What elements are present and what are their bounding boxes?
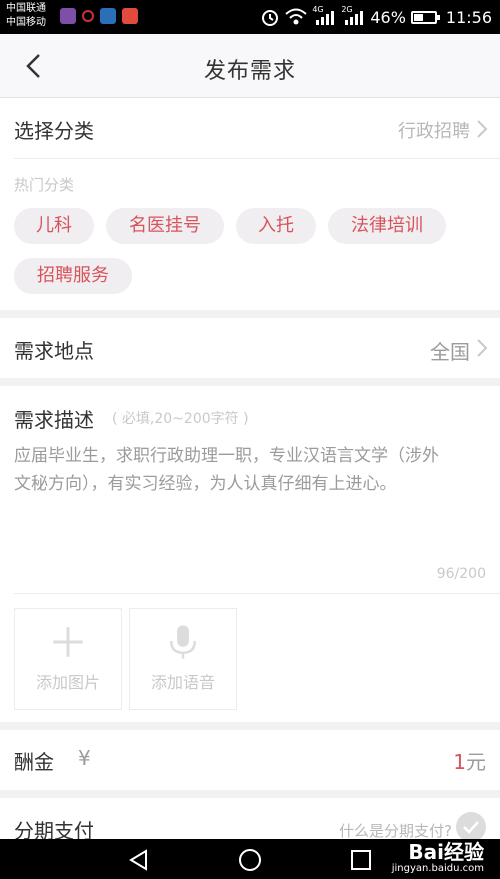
signal-icon: 4G xyxy=(312,5,336,27)
page-title: 发布需求 xyxy=(203,59,296,84)
hot-categories-title: 热门分类 xyxy=(14,176,75,194)
reward-amount: 1 xyxy=(453,750,466,774)
wifi-icon xyxy=(285,8,307,25)
carrier-1: 中国联通 xyxy=(6,3,46,14)
installment-help-link[interactable]: 什么是分期支付? xyxy=(339,820,452,841)
microphone-icon xyxy=(169,625,197,659)
description-textarea[interactable]: 应届毕业生，求职行政助理一职，专业汉语言文学（涉外 文秘方向），有实习经验，为人… xyxy=(14,442,498,498)
divider xyxy=(14,593,500,594)
network-type-2: 2G xyxy=(341,5,353,14)
battery-percent: 46% xyxy=(370,7,406,27)
nav-home-icon[interactable] xyxy=(238,848,262,872)
plus-icon xyxy=(53,627,83,657)
tag-doctor-registration[interactable]: 名医挂号 xyxy=(106,208,224,244)
clock: 11:56 xyxy=(445,7,492,27)
nav-back-icon[interactable] xyxy=(128,849,150,871)
reward-unit: 元 xyxy=(466,750,486,774)
location-value: 全国 xyxy=(430,340,470,364)
chevron-right-icon xyxy=(477,339,488,357)
description-line: 文秘方向），有实习经验，为人认真仔细有上进心。 xyxy=(14,474,397,494)
reward-label: 酬金 xyxy=(14,750,54,774)
alarm-icon xyxy=(262,10,279,26)
notification-icons xyxy=(60,8,138,24)
description-hint: ( 必填,20~200字符 ) xyxy=(112,411,249,427)
tag-daycare[interactable]: 入托 xyxy=(236,208,316,244)
category-value: 行政招聘 xyxy=(398,121,470,142)
character-counter: 96/200 xyxy=(436,566,486,582)
network-type-1: 4G xyxy=(312,5,324,14)
tag-pediatrics[interactable]: 儿科 xyxy=(14,208,94,244)
category-label: 选择分类 xyxy=(14,119,94,143)
app-notification-icon xyxy=(100,8,116,24)
tag-recruitment-service[interactable]: 招聘服务 xyxy=(14,258,132,294)
signal-icon: 2G xyxy=(341,5,365,27)
location-row[interactable]: 需求地点 全国 xyxy=(0,318,500,378)
tag-legal-training[interactable]: 法律培训 xyxy=(328,208,446,244)
screen: { "status_bar": { "carrier_1": "中国联通", "… xyxy=(0,0,500,879)
battery-icon xyxy=(410,10,440,24)
status-bar: 中国联通 中国移动 4G 2G 46% 11:56 xyxy=(0,0,500,34)
nav-recent-icon[interactable] xyxy=(350,849,372,871)
gallery-notification-icon xyxy=(60,8,76,24)
reward-amount-field[interactable]: 1元 xyxy=(453,746,486,775)
currency-symbol: ¥ xyxy=(78,746,91,770)
status-indicators: 4G 2G 46% 11:56 xyxy=(260,0,492,34)
reward-row: 酬金 ¥ 1元 xyxy=(0,730,500,790)
category-row[interactable]: 选择分类 行政招聘 xyxy=(0,98,500,158)
app-header: 发布需求 xyxy=(0,34,500,98)
description-section: 需求描述 ( 必填,20~200字符 ) 应届毕业生，求职行政助理一职，专业汉语… xyxy=(0,386,500,722)
add-image-button[interactable]: 添加图片 xyxy=(14,608,122,710)
divider xyxy=(14,158,500,159)
add-image-label: 添加图片 xyxy=(35,673,100,692)
watermark: Bai经验 jingyan.baidu.com xyxy=(392,841,484,875)
description-line: 应届毕业生，求职行政助理一职，专业汉语言文学（涉外 xyxy=(14,446,439,466)
category-section: 选择分类 行政招聘 热门分类 儿科 名医挂号 入托 法律培训 招聘服务 xyxy=(0,98,500,310)
chevron-right-icon xyxy=(477,120,488,138)
app-notification-icon xyxy=(82,10,94,22)
check-circle-icon xyxy=(463,821,479,834)
description-label: 需求描述 xyxy=(14,408,94,432)
add-voice-button[interactable]: 添加语音 xyxy=(129,608,237,710)
watermark-url: jingyan.baidu.com xyxy=(391,863,484,874)
carrier-2: 中国移动 xyxy=(6,17,46,28)
location-label: 需求地点 xyxy=(14,339,94,363)
add-voice-label: 添加语音 xyxy=(150,673,215,692)
watermark-brand: Bai经验 xyxy=(408,840,484,864)
carrier-info: 中国联通 中国移动 xyxy=(6,2,46,30)
system-nav-bar: Bai经验 jingyan.baidu.com xyxy=(0,839,500,879)
app-notification-icon xyxy=(122,8,138,24)
installment-checkbox[interactable] xyxy=(456,812,486,842)
